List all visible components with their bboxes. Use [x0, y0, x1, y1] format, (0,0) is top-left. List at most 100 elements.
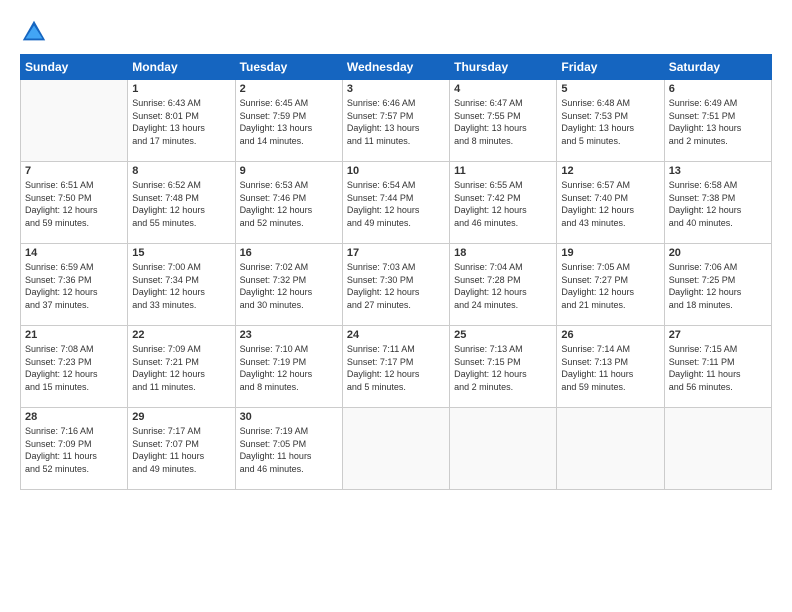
- day-number: 17: [347, 247, 445, 259]
- day-info: Sunrise: 7:06 AMSunset: 7:25 PMDaylight:…: [669, 261, 767, 311]
- day-cell: 6Sunrise: 6:49 AMSunset: 7:51 PMDaylight…: [664, 80, 771, 162]
- day-cell: 20 Sunrise: 7:06 AMSunset: 7:25 PMDayligh…: [664, 244, 771, 326]
- day-info: Sunrise: 7:04 AMSunset: 7:28 PMDaylight:…: [454, 261, 552, 311]
- weekday-friday: Friday: [557, 55, 664, 80]
- day-info: Sunrise: 6:59 AMSunset: 7:36 PMDaylight:…: [25, 261, 123, 311]
- day-cell: 29Sunrise: 7:17 AMSunset: 7:07 PMDayligh…: [128, 408, 235, 490]
- day-number: 12: [561, 165, 659, 177]
- day-info: Sunrise: 7:10 AMSunset: 7:19 PMDaylight:…: [240, 343, 338, 393]
- day-info: Sunrise: 6:47 AMSunset: 7:55 PMDaylight:…: [454, 97, 552, 147]
- week-row-2: 7 Sunrise: 6:51 AMSunset: 7:50 PMDaylight…: [21, 162, 772, 244]
- day-cell: 18 Sunrise: 7:04 AMSunset: 7:28 PMDayligh…: [450, 244, 557, 326]
- logo: [20, 18, 52, 46]
- day-number: 20: [669, 247, 767, 259]
- week-row-5: 28 Sunrise: 7:16 AMSunset: 7:09 PMDayligh…: [21, 408, 772, 490]
- day-cell: 12Sunrise: 6:57 AMSunset: 7:40 PMDayligh…: [557, 162, 664, 244]
- day-info: Sunrise: 7:09 AMSunset: 7:21 PMDaylight:…: [132, 343, 230, 393]
- day-number: 25: [454, 329, 552, 341]
- day-cell: 25Sunrise: 7:13 AMSunset: 7:15 PMDayligh…: [450, 326, 557, 408]
- day-info: Sunrise: 6:58 AMSunset: 7:38 PMDaylight:…: [669, 179, 767, 229]
- day-info: Sunrise: 7:14 AMSunset: 7:13 PMDaylight:…: [561, 343, 659, 393]
- day-number: 6: [669, 83, 767, 95]
- day-number: 23: [240, 329, 338, 341]
- day-number: 28: [25, 411, 123, 423]
- day-number: 18: [454, 247, 552, 259]
- day-number: 15: [132, 247, 230, 259]
- day-cell: [21, 80, 128, 162]
- day-number: 26: [561, 329, 659, 341]
- day-cell: 15 Sunrise: 7:00 AMSunset: 7:34 PMDayligh…: [128, 244, 235, 326]
- day-cell: 14 Sunrise: 6:59 AMSunset: 7:36 PMDayligh…: [21, 244, 128, 326]
- day-number: 30: [240, 411, 338, 423]
- day-number: 8: [132, 165, 230, 177]
- day-cell: 30 Sunrise: 7:19 AMSunset: 7:05 PMDayligh…: [235, 408, 342, 490]
- day-cell: 5Sunrise: 6:48 AMSunset: 7:53 PMDaylight…: [557, 80, 664, 162]
- day-number: 13: [669, 165, 767, 177]
- day-number: 2: [240, 83, 338, 95]
- day-number: 16: [240, 247, 338, 259]
- day-cell: 2 Sunrise: 6:45 AMSunset: 7:59 PMDaylight…: [235, 80, 342, 162]
- day-number: 27: [669, 329, 767, 341]
- week-row-1: 1 Sunrise: 6:43 AMSunset: 8:01 PMDaylight…: [21, 80, 772, 162]
- day-number: 21: [25, 329, 123, 341]
- weekday-saturday: Saturday: [664, 55, 771, 80]
- day-cell: 22 Sunrise: 7:09 AMSunset: 7:21 PMDayligh…: [128, 326, 235, 408]
- day-info: Sunrise: 7:08 AMSunset: 7:23 PMDaylight:…: [25, 343, 123, 393]
- week-row-4: 21 Sunrise: 7:08 AMSunset: 7:23 PMDayligh…: [21, 326, 772, 408]
- day-info: Sunrise: 6:51 AMSunset: 7:50 PMDaylight:…: [25, 179, 123, 229]
- calendar: SundayMondayTuesdayWednesdayThursdayFrid…: [20, 54, 772, 490]
- page: SundayMondayTuesdayWednesdayThursdayFrid…: [0, 0, 792, 612]
- day-info: Sunrise: 6:45 AMSunset: 7:59 PMDaylight:…: [240, 97, 338, 147]
- day-cell: 13 Sunrise: 6:58 AMSunset: 7:38 PMDayligh…: [664, 162, 771, 244]
- day-info: Sunrise: 7:11 AMSunset: 7:17 PMDaylight:…: [347, 343, 445, 393]
- day-number: 22: [132, 329, 230, 341]
- day-cell: 8 Sunrise: 6:52 AMSunset: 7:48 PMDaylight…: [128, 162, 235, 244]
- day-info: Sunrise: 6:52 AMSunset: 7:48 PMDaylight:…: [132, 179, 230, 229]
- day-info: Sunrise: 6:54 AMSunset: 7:44 PMDaylight:…: [347, 179, 445, 229]
- day-number: 1: [132, 83, 230, 95]
- day-cell: 24 Sunrise: 7:11 AMSunset: 7:17 PMDayligh…: [342, 326, 449, 408]
- day-number: 11: [454, 165, 552, 177]
- day-cell: 17 Sunrise: 7:03 AMSunset: 7:30 PMDayligh…: [342, 244, 449, 326]
- weekday-thursday: Thursday: [450, 55, 557, 80]
- day-info: Sunrise: 7:15 AMSunset: 7:11 PMDaylight:…: [669, 343, 767, 393]
- day-cell: [342, 408, 449, 490]
- weekday-wednesday: Wednesday: [342, 55, 449, 80]
- day-cell: [557, 408, 664, 490]
- day-cell: 1 Sunrise: 6:43 AMSunset: 8:01 PMDaylight…: [128, 80, 235, 162]
- day-number: 10: [347, 165, 445, 177]
- day-number: 9: [240, 165, 338, 177]
- day-number: 4: [454, 83, 552, 95]
- day-cell: 19Sunrise: 7:05 AMSunset: 7:27 PMDayligh…: [557, 244, 664, 326]
- day-info: Sunrise: 6:55 AMSunset: 7:42 PMDaylight:…: [454, 179, 552, 229]
- day-cell: 9Sunrise: 6:53 AMSunset: 7:46 PMDaylight…: [235, 162, 342, 244]
- day-number: 24: [347, 329, 445, 341]
- day-info: Sunrise: 7:05 AMSunset: 7:27 PMDaylight:…: [561, 261, 659, 311]
- day-cell: 7 Sunrise: 6:51 AMSunset: 7:50 PMDaylight…: [21, 162, 128, 244]
- day-cell: 28 Sunrise: 7:16 AMSunset: 7:09 PMDayligh…: [21, 408, 128, 490]
- weekday-sunday: Sunday: [21, 55, 128, 80]
- day-cell: [450, 408, 557, 490]
- header: [20, 18, 772, 46]
- day-cell: 23 Sunrise: 7:10 AMSunset: 7:19 PMDayligh…: [235, 326, 342, 408]
- day-cell: 11 Sunrise: 6:55 AMSunset: 7:42 PMDayligh…: [450, 162, 557, 244]
- day-number: 7: [25, 165, 123, 177]
- weekday-monday: Monday: [128, 55, 235, 80]
- day-info: Sunrise: 7:03 AMSunset: 7:30 PMDaylight:…: [347, 261, 445, 311]
- day-cell: 21 Sunrise: 7:08 AMSunset: 7:23 PMDayligh…: [21, 326, 128, 408]
- logo-icon: [20, 18, 48, 46]
- day-number: 14: [25, 247, 123, 259]
- day-cell: 4 Sunrise: 6:47 AMSunset: 7:55 PMDaylight…: [450, 80, 557, 162]
- day-number: 29: [132, 411, 230, 423]
- day-number: 5: [561, 83, 659, 95]
- day-info: Sunrise: 7:02 AMSunset: 7:32 PMDaylight:…: [240, 261, 338, 311]
- day-info: Sunrise: 7:16 AMSunset: 7:09 PMDaylight:…: [25, 425, 123, 475]
- day-info: Sunrise: 7:00 AMSunset: 7:34 PMDaylight:…: [132, 261, 230, 311]
- day-cell: 3Sunrise: 6:46 AMSunset: 7:57 PMDaylight…: [342, 80, 449, 162]
- week-row-3: 14 Sunrise: 6:59 AMSunset: 7:36 PMDayligh…: [21, 244, 772, 326]
- day-cell: 16 Sunrise: 7:02 AMSunset: 7:32 PMDayligh…: [235, 244, 342, 326]
- day-info: Sunrise: 6:43 AMSunset: 8:01 PMDaylight:…: [132, 97, 230, 147]
- weekday-tuesday: Tuesday: [235, 55, 342, 80]
- day-cell: 26 Sunrise: 7:14 AMSunset: 7:13 PMDayligh…: [557, 326, 664, 408]
- day-info: Sunrise: 7:19 AMSunset: 7:05 PMDaylight:…: [240, 425, 338, 475]
